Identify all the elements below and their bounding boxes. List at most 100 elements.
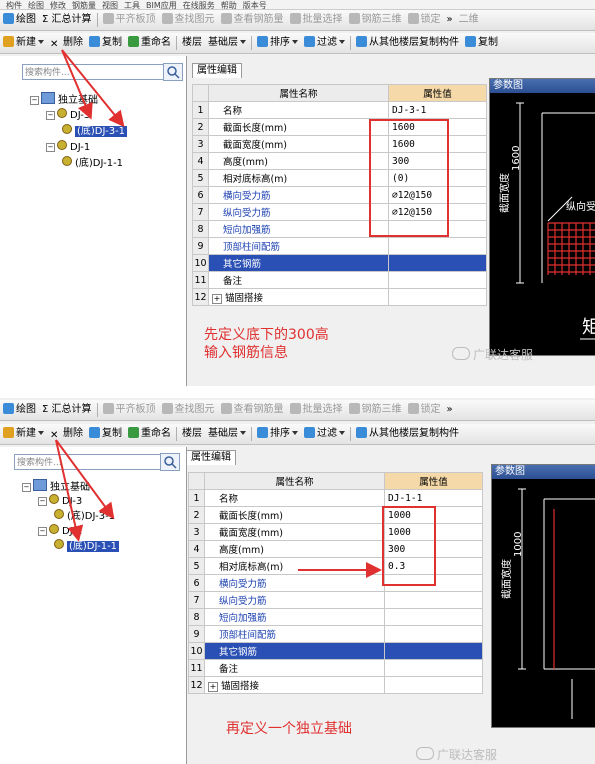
toolbar-button-7[interactable]: 过滤 [301,424,348,444]
tab-property-edit[interactable]: 属性编辑 [186,450,236,465]
toolbar-button-2[interactable]: 平齐板顶 [100,10,159,30]
collapse-toggle-icon[interactable]: − [46,143,55,152]
toolbar-button-6[interactable]: 排序 [254,33,301,53]
menu-item[interactable]: 帮助 [221,1,237,9]
tree-node[interactable]: − 独立基础 [30,92,98,107]
collapse-toggle-icon[interactable]: − [38,527,47,536]
table-row[interactable]: 1 名称 DJ-3-1 [192,101,487,119]
menu-item[interactable]: 工具 [124,1,140,9]
table-row[interactable]: 7 纵向受力筋 [188,591,483,609]
table-row[interactable]: 12 + 锚固搭接 [188,676,483,694]
tree-node[interactable]: − 独立基础 [22,479,90,494]
table-row[interactable]: 2 截面长度(mm) 1000 [188,506,483,524]
collapse-toggle-icon[interactable]: − [38,497,47,506]
toolbar-button-5[interactable]: 基础层 [205,424,249,444]
search-button[interactable] [163,63,183,81]
search-input[interactable]: 搜索构件... [22,64,164,80]
expand-icon[interactable]: + [212,294,222,304]
table-row[interactable]: 10 其它钢筋 [188,642,483,660]
toolbar-button-1[interactable]: Σ 汇总计算 [39,400,95,420]
toolbar-button-0[interactable]: 绘图 [0,10,39,30]
tree-node[interactable]: − DJ-3 [46,108,90,122]
property-value[interactable]: DJ-3-1 [388,101,487,119]
toolbar-button-3[interactable]: 重命名 [125,33,174,53]
property-value[interactable]: DJ-1-1 [384,489,483,507]
property-value[interactable] [388,288,487,306]
toolbar-button-6[interactable]: 排序 [254,424,301,444]
toolbar-button-7[interactable]: 过滤 [301,33,348,53]
tree-node[interactable]: (底)DJ-3-1 [62,124,128,138]
search-button[interactable] [160,453,180,471]
property-value[interactable] [388,271,487,289]
toolbar-button-6[interactable]: 钢筋三维 [346,400,405,420]
menu-item[interactable]: 构件 [6,1,22,9]
collapse-toggle-icon[interactable]: − [22,483,31,492]
toolbar-button-4[interactable]: 楼层 [179,33,205,53]
toolbar-button-0[interactable]: 绘图 [0,400,39,420]
menu-item[interactable]: 版本号 [243,1,267,9]
collapse-toggle-icon[interactable]: − [30,96,39,105]
property-value[interactable] [384,625,483,643]
toolbar-button-9[interactable]: 二维 [456,10,482,30]
toolbar-button-5[interactable]: 批量选择 [287,400,346,420]
menu-item[interactable]: BIM应用 [146,1,177,9]
toolbar-button-3[interactable]: 查找图元 [159,400,218,420]
table-row[interactable]: 8 短向加强筋 [188,608,483,626]
property-value[interactable] [384,659,483,677]
property-value[interactable] [384,591,483,609]
property-value[interactable] [384,676,483,694]
tree-node[interactable]: (底)DJ-3-1 [54,509,115,523]
search-input[interactable]: 搜索构件... [14,454,161,470]
toolbar-button-1[interactable]: Σ 汇总计算 [39,10,95,30]
property-value[interactable] [384,642,483,660]
menu-item[interactable]: 钢筋量 [72,1,96,9]
expand-icon[interactable]: + [208,682,218,692]
tree-node[interactable]: − DJ-3 [38,494,82,508]
table-row[interactable]: 6 横向受力筋 [188,574,483,592]
toolbar-button-5[interactable]: 批量选择 [287,10,346,30]
property-value[interactable] [384,608,483,626]
toolbar-button-7[interactable]: 锁定 [405,400,444,420]
toolbar-button-0[interactable]: 新建 [0,33,47,53]
table-row[interactable]: 10 其它钢筋 [192,254,487,272]
property-value[interactable] [388,237,487,255]
table-row[interactable]: 4 高度(mm) 300 [188,540,483,558]
table-row[interactable]: 12 + 锚固搭接 [192,288,487,306]
table-row[interactable]: 11 备注 [188,659,483,677]
tree-node[interactable]: (底)DJ-1-1 [62,156,123,170]
toolbar-button-8[interactable]: » [444,10,456,30]
collapse-toggle-icon[interactable]: − [46,111,55,120]
toolbar-button-0[interactable]: 新建 [0,424,47,444]
toolbar-button-1[interactable]: ✕ 删除 [47,424,86,444]
toolbar-button-4[interactable]: 查看钢筋量 [218,10,287,30]
property-value[interactable] [388,254,487,272]
toolbar-button-3[interactable]: 重命名 [125,424,174,444]
tree-node[interactable]: (底)DJ-1-1 [54,539,120,553]
toolbar-button-9[interactable]: 复制 [462,33,501,53]
toolbar-button-4[interactable]: 查看钢筋量 [218,400,287,420]
toolbar-button-3[interactable]: 查找图元 [159,10,218,30]
toolbar-button-4[interactable]: 楼层 [179,424,205,444]
toolbar-button-8[interactable]: 从其他楼层复制构件 [353,424,462,444]
menu-item[interactable]: 视图 [102,1,118,9]
toolbar-button-6[interactable]: 钢筋三维 [346,10,405,30]
table-row[interactable]: 11 备注 [192,271,487,289]
table-row[interactable]: 5 相对底标高(m) 0.3 [188,557,483,575]
menu-item[interactable]: 在线服务 [183,1,215,9]
toolbar-button-8[interactable]: » [444,400,456,420]
toolbar-button-1[interactable]: ✕ 删除 [47,33,86,53]
toolbar-button-2[interactable]: 复制 [86,33,125,53]
tree-node[interactable]: − DJ-1 [46,140,90,154]
menu-item[interactable]: 绘图 [28,1,44,9]
menu-item[interactable]: 修改 [50,1,66,9]
table-row[interactable]: 9 顶部柱间配筋 [188,625,483,643]
toolbar-button-2[interactable]: 复制 [86,424,125,444]
table-row[interactable]: 1 名称 DJ-1-1 [188,489,483,507]
toolbar-button-5[interactable]: 基础层 [205,33,249,53]
tree-node[interactable]: − DJ-1 [38,524,82,538]
tab-property-edit[interactable]: 属性编辑 [192,63,242,78]
table-row[interactable]: 3 截面宽度(mm) 1000 [188,523,483,541]
toolbar-button-8[interactable]: 从其他楼层复制构件 [353,33,462,53]
table-row[interactable]: 9 顶部柱间配筋 [192,237,487,255]
toolbar-button-7[interactable]: 锁定 [405,10,444,30]
